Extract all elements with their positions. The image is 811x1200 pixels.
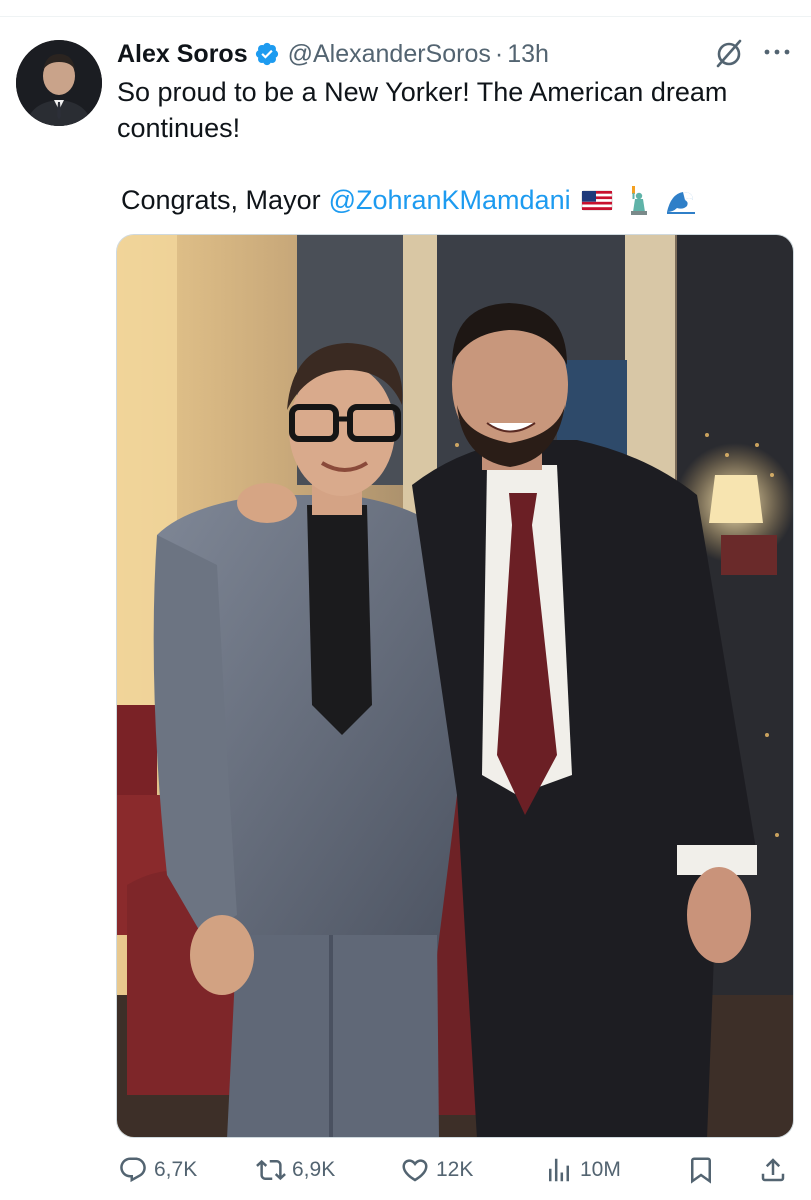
top-divider xyxy=(0,16,811,17)
tweet-text: So proud to be a New Yorker! The America… xyxy=(117,77,728,143)
bookmark-action[interactable] xyxy=(686,1150,716,1190)
avatar[interactable] xyxy=(16,40,102,126)
reply-count: 6,7K xyxy=(154,1158,198,1181)
like-count: 12K xyxy=(436,1158,474,1181)
grok-icon[interactable] xyxy=(714,36,744,70)
like-action[interactable]: 12K xyxy=(400,1150,473,1190)
author-handle[interactable]: @AlexanderSoros xyxy=(288,40,491,69)
repost-count: 6,9K xyxy=(292,1158,336,1181)
views-action[interactable]: 10M xyxy=(544,1150,621,1190)
mention-link[interactable]: @ZohranKMamdani xyxy=(329,182,571,218)
reply-action[interactable]: 6,7K xyxy=(118,1150,197,1190)
avatar-image xyxy=(16,40,102,126)
more-options-icon[interactable] xyxy=(760,40,794,64)
verified-badge-icon xyxy=(255,42,278,66)
photo-image xyxy=(117,235,793,1137)
share-action[interactable] xyxy=(758,1150,788,1190)
congrats-text: Congrats, Mayor xyxy=(121,185,321,215)
author-name[interactable]: Alex Soros xyxy=(117,40,248,69)
tweet-header: Alex Soros @AlexanderSoros · 13h xyxy=(117,36,549,72)
share-icon xyxy=(761,1158,785,1182)
tweet-text-congrats: Congrats, Mayor @ZohranKMamdani xyxy=(121,182,791,218)
tweet-action-bar: 6,7K 6,9K 12K 10M xyxy=(116,1150,796,1190)
wave-icon xyxy=(666,192,695,214)
timestamp[interactable]: 13h xyxy=(507,40,549,69)
reply-icon xyxy=(120,1157,146,1183)
repost-action[interactable]: 6,9K xyxy=(256,1150,335,1190)
views-icon xyxy=(549,1158,569,1182)
statue-of-liberty-icon xyxy=(630,186,647,215)
separator-dot: · xyxy=(494,39,504,68)
heart-icon xyxy=(402,1159,428,1182)
repost-icon xyxy=(256,1159,286,1181)
tweet-photo[interactable] xyxy=(116,234,794,1138)
views-count: 10M xyxy=(580,1158,621,1181)
us-flag-icon xyxy=(581,190,613,211)
bookmark-icon xyxy=(691,1157,711,1184)
